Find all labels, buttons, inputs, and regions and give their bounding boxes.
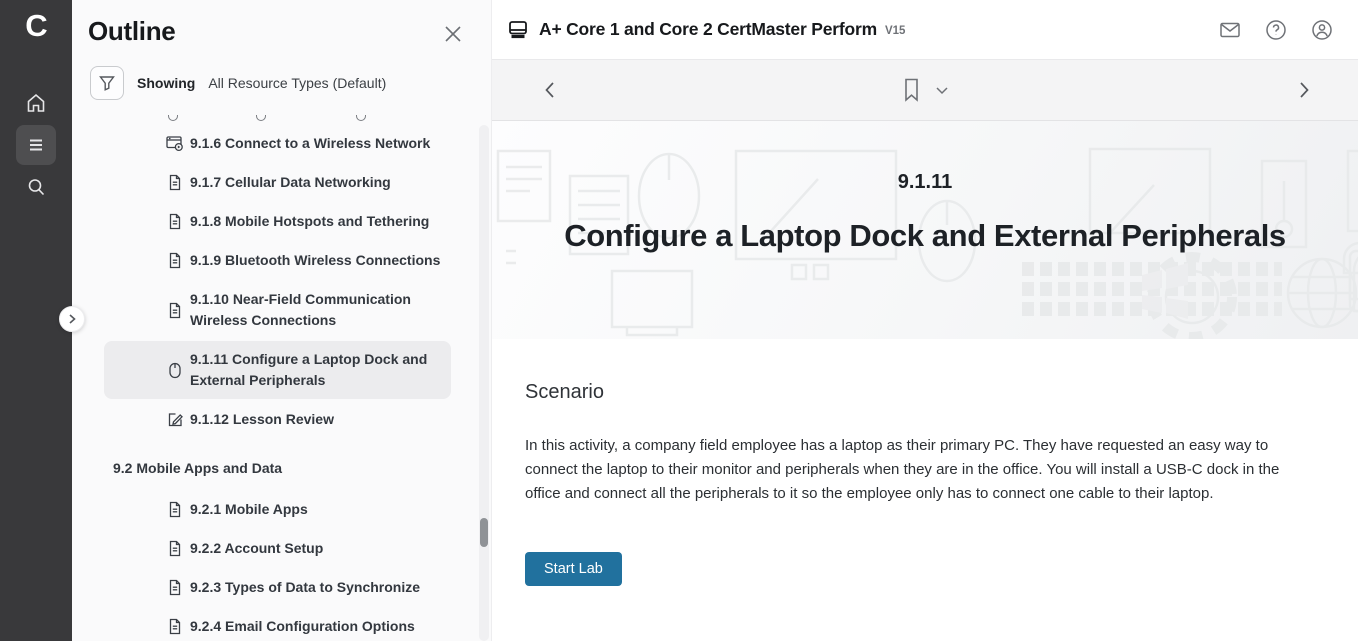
main-content: A+ Core 1 and Core 2 CertMaster Perform …	[492, 0, 1358, 641]
video-demo-icon	[166, 135, 184, 153]
lesson-number: 9.1.11	[492, 171, 1358, 194]
outline-item-label: 9.1.8 Mobile Hotspots and Tethering	[190, 213, 429, 229]
outline-toggle-button[interactable]	[16, 125, 56, 165]
next-page-button[interactable]	[1290, 74, 1318, 106]
outline-item-label: 9.1.10 Near-Field Communication Wireless…	[190, 291, 411, 328]
search-icon	[25, 176, 47, 198]
outline-item[interactable]: 9.1.11 Configure a Laptop Dock and Exter…	[104, 341, 451, 399]
document-icon	[166, 501, 184, 519]
outline-item-label: 9.2.3 Types of Data to Synchronize	[190, 579, 420, 595]
content-header: A+ Core 1 and Core 2 CertMaster Perform …	[492, 0, 1358, 60]
outline-item[interactable]: 9.2.4 Email Configuration Options	[104, 608, 451, 641]
outline-scrollbar-thumb[interactable]	[480, 518, 488, 547]
header-actions	[1218, 18, 1334, 42]
lesson-title: Configure a Laptop Dock and External Per…	[492, 218, 1358, 254]
outline-item-label: 9.1.9 Bluetooth Wireless Connections	[190, 252, 440, 268]
outline-section-header: 9.2 Mobile Apps and Data	[104, 450, 451, 487]
filter-row: Showing All Resource Types (Default)	[90, 66, 491, 100]
outline-item-label: 9.2.4 Email Configuration Options	[190, 618, 415, 634]
comptia-logo: C	[25, 10, 46, 41]
lesson-body: Scenario In this activity, a company fie…	[492, 339, 1358, 641]
outline-item[interactable]: 9.1.8 Mobile Hotspots and Tethering	[104, 203, 451, 240]
close-icon	[443, 24, 465, 44]
outline-item-label: 9.2.1 Mobile Apps	[190, 501, 308, 517]
outline-item-label: 9.1.12 Lesson Review	[190, 411, 334, 427]
home-icon	[25, 92, 47, 114]
chevron-right-icon	[1296, 80, 1312, 100]
bookmark-icon	[902, 77, 922, 103]
outline-item[interactable]: 9.2.1 Mobile Apps	[104, 491, 451, 528]
course-title: A+ Core 1 and Core 2 CertMaster Perform	[539, 19, 877, 40]
clipped-list-item	[104, 112, 451, 123]
outline-panel: Outline Showing All Resource Types (Defa…	[72, 0, 492, 641]
bookmark-button[interactable]	[902, 77, 922, 103]
filter-value: All Resource Types (Default)	[208, 75, 386, 91]
showing-label: Showing	[137, 75, 195, 91]
help-icon	[1264, 18, 1288, 42]
collapse-panel-button[interactable]	[59, 306, 85, 332]
document-icon	[166, 618, 184, 636]
help-button[interactable]	[1264, 18, 1288, 42]
outline-item[interactable]: 9.1.9 Bluetooth Wireless Connections	[104, 242, 451, 279]
rail-nav	[16, 83, 56, 207]
mail-icon	[1218, 18, 1242, 42]
outline-item[interactable]: 9.1.7 Cellular Data Networking	[104, 164, 451, 201]
course-device-icon	[507, 19, 529, 41]
menu-icon	[25, 134, 47, 156]
document-icon	[166, 301, 184, 319]
outline-section-label: 9.2 Mobile Apps and Data	[113, 460, 282, 476]
outline-item-label: 9.2.2 Account Setup	[190, 540, 323, 556]
scenario-text: In this activity, a company field employ…	[525, 434, 1318, 506]
outline-item[interactable]: 9.2.3 Types of Data to Synchronize	[104, 569, 451, 606]
lesson-hero-banner: 9.1.11 Configure a Laptop Dock and Exter…	[492, 121, 1358, 339]
review-icon	[166, 411, 184, 429]
outline-panel-header: Outline	[72, 0, 491, 47]
document-icon	[166, 252, 184, 270]
previous-page-button[interactable]	[536, 74, 564, 106]
filter-funnel-icon	[98, 74, 116, 92]
outline-item-label: 9.1.11 Configure a Laptop Dock and Exter…	[190, 351, 427, 388]
outline-item[interactable]: 9.2.2 Account Setup	[104, 530, 451, 567]
document-icon	[166, 213, 184, 231]
close-outline-button[interactable]	[443, 23, 465, 45]
app-window: C Outline	[0, 0, 1358, 641]
course-version-badge: V15	[885, 25, 905, 37]
home-button[interactable]	[16, 83, 56, 123]
filter-button[interactable]	[90, 66, 124, 100]
outline-scrollbar-track[interactable]	[479, 125, 489, 641]
bookmark-group	[902, 77, 949, 103]
scenario-heading: Scenario	[525, 381, 1318, 404]
account-button[interactable]	[1310, 18, 1334, 42]
search-button[interactable]	[16, 167, 56, 207]
messages-button[interactable]	[1218, 18, 1242, 42]
chevron-right-icon	[66, 313, 78, 325]
document-icon	[166, 579, 184, 597]
lesson-navbar	[492, 60, 1358, 121]
outline-item[interactable]: 9.1.10 Near-Field Communication Wireless…	[104, 281, 451, 339]
document-icon	[166, 174, 184, 192]
chevron-down-icon	[936, 86, 949, 95]
outline-item-label: 9.1.7 Cellular Data Networking	[190, 174, 391, 190]
outline-list: 9.1.6 Connect to a Wireless Network 9.1.…	[72, 112, 491, 641]
start-lab-button[interactable]: Start Lab	[525, 552, 622, 586]
chevron-left-icon	[542, 80, 558, 100]
document-icon	[166, 540, 184, 558]
outline-item[interactable]: 9.1.6 Connect to a Wireless Network	[104, 125, 451, 162]
outline-item-label: 9.1.6 Connect to a Wireless Network	[190, 135, 430, 151]
mouse-icon	[166, 361, 184, 379]
account-icon	[1310, 18, 1334, 42]
outline-title: Outline	[88, 16, 467, 47]
hero-text: 9.1.11 Configure a Laptop Dock and Exter…	[492, 171, 1358, 254]
bookmark-menu-button[interactable]	[936, 86, 949, 95]
outline-item[interactable]: 9.1.12 Lesson Review	[104, 401, 451, 438]
